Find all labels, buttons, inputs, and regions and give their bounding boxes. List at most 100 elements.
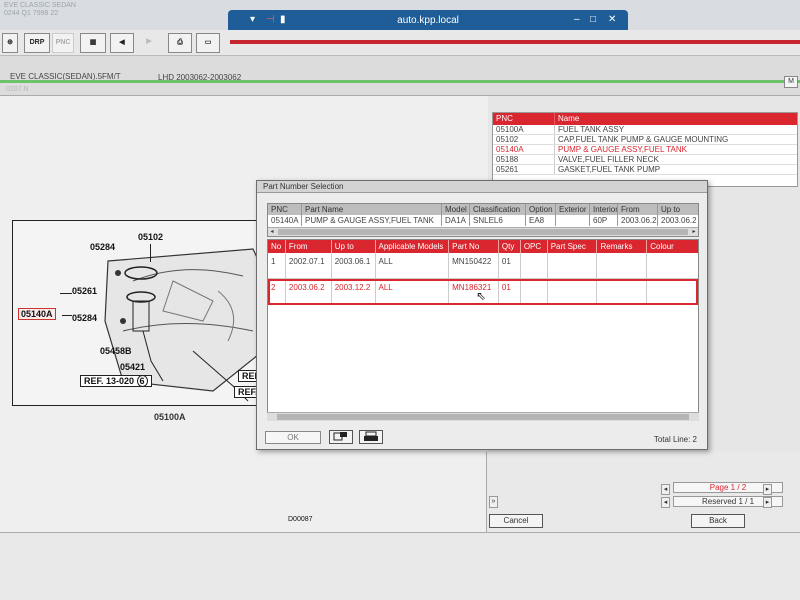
pnc-cell: 05140A: [493, 145, 555, 154]
next-page-icon[interactable]: ▸: [763, 484, 772, 495]
cell-models: ALL: [376, 253, 450, 278]
code-text: 0207 N: [6, 86, 29, 93]
list-item-selected[interactable]: 05140A PUMP & GAUGE ASSY,FUEL TANK: [493, 145, 797, 155]
cell: 60P: [590, 215, 618, 226]
table-header: No From Up to Applicable Models Part No …: [268, 240, 698, 253]
pnc-cell: 05102: [493, 135, 555, 144]
list-item[interactable]: 05188 VALVE,FUEL FILLER NECK: [493, 155, 797, 165]
cell-opc: [521, 279, 548, 304]
header-cell: Up to: [661, 205, 681, 214]
callout-05102[interactable]: 05102: [138, 232, 163, 242]
print-icon[interactable]: ⎙: [168, 33, 192, 53]
cell-no: 1: [268, 253, 286, 278]
cell-upto: 2003.06.1: [332, 253, 376, 278]
scroll-left-icon[interactable]: ◂: [268, 228, 276, 236]
ghost-line: EVE CLASSIC SEDAN: [4, 2, 76, 9]
callout-05261[interactable]: 05261: [72, 286, 97, 296]
cell-no: 2: [268, 279, 286, 304]
header-applicable-models: Applicable Models: [376, 240, 450, 253]
horizontal-scrollbar[interactable]: [267, 412, 699, 421]
ok-button[interactable]: OK: [265, 431, 321, 444]
header-opc: OPC: [521, 240, 548, 253]
table-header: PNC Part Name Model Classification Optio…: [268, 204, 698, 215]
cell-spec: [548, 279, 598, 304]
right-panel: ◂ Page 1 / 2 ▸ ◂ Reserved 1 / 1 ▸ » Canc…: [486, 452, 800, 532]
header-cell: From: [618, 204, 658, 215]
next-reserved-icon[interactable]: ▸: [763, 497, 772, 508]
scroll-thumb[interactable]: [278, 229, 688, 235]
pnc-button[interactable]: PNC: [52, 33, 74, 53]
cell-part-no: MN150422: [449, 253, 499, 278]
ref-text: REF. 13-020: [84, 376, 135, 386]
cancel-button[interactable]: Cancel: [489, 514, 543, 528]
name-cell: PUMP & GAUGE ASSY,FUEL TANK: [558, 145, 687, 154]
top-bar: EVE CLASSIC SEDAN 0244 Q1 7998 22 ▾ ⊣ ▮ …: [0, 0, 800, 32]
dialog-title: Part Number Selection: [257, 181, 707, 193]
leader-line: [150, 244, 151, 262]
name-cell: FUEL TANK ASSY: [558, 125, 625, 134]
cell-colour: [647, 279, 698, 304]
cell: PUMP & GAUGE ASSY,FUEL TANK: [302, 215, 442, 226]
header-no: No: [268, 240, 286, 253]
remote-window-tab[interactable]: ▾ ⊣ ▮ auto.kpp.local – □ ✕: [228, 10, 628, 32]
pnc-cell: 05261: [493, 165, 555, 174]
info-bar: EVE CLASSIC(SEDAN).5FM/T LHD 2003062-200…: [0, 56, 800, 96]
header-remarks: Remarks: [597, 240, 648, 253]
drp-button[interactable]: DRP: [24, 33, 50, 53]
scroll-thumb[interactable]: [277, 414, 689, 420]
header-pnc: PNC: [493, 113, 555, 125]
table-row-selected[interactable]: 2 2003.06.2 2003.12.2 ALL MN186321 01 ⇖: [268, 279, 698, 305]
pnc-cell: 05188: [493, 155, 555, 164]
maximize-button[interactable]: □: [590, 14, 596, 25]
name-cell: GASKET,FUEL TANK PUMP: [558, 165, 661, 174]
grid-icon[interactable]: ▦: [80, 33, 106, 53]
list-item[interactable]: 05102 CAP,FUEL TANK PUMP & GAUGE MOUNTING: [493, 135, 797, 145]
ghost-text: EVE CLASSIC SEDAN 0244 Q1 7998 22: [4, 2, 76, 18]
callout-05284[interactable]: 05284: [90, 242, 115, 252]
header-cell: Interior: [590, 204, 618, 215]
minimize-button[interactable]: –: [574, 14, 580, 25]
header-from: From: [286, 240, 332, 253]
back-arrow-icon[interactable]: ◀: [110, 33, 134, 53]
ref-label[interactable]: REF. 13-020 6: [80, 375, 152, 387]
horizontal-scrollbar[interactable]: ◂ ▸: [268, 227, 698, 236]
cell: 2003.06.2: [618, 215, 658, 226]
mouse-cursor-icon: ⇖: [476, 289, 487, 303]
cell-from: 2002.07.1: [286, 253, 332, 278]
list-item[interactable]: 05100A FUEL TANK ASSY: [493, 125, 797, 135]
callout-05284[interactable]: 05284: [72, 313, 97, 323]
cell: DA1A: [442, 215, 470, 226]
pnc-summary-table: PNC Part Name Model Classification Optio…: [267, 203, 699, 237]
list-item[interactable]: 05261 GASKET,FUEL TANK PUMP: [493, 165, 797, 175]
window-toggle-icon[interactable]: [329, 430, 353, 444]
forward-arrow-icon[interactable]: ▶: [140, 33, 158, 53]
header-cell: Part Name: [302, 204, 442, 215]
prev-page-icon[interactable]: ◂: [661, 484, 670, 495]
cell-qty: 01: [499, 253, 521, 278]
callout-05458b[interactable]: 05458B: [100, 346, 132, 356]
table-row[interactable]: 05140A PUMP & GAUGE ASSY,FUEL TANK DA1A …: [268, 215, 698, 226]
pnc-list: PNC Name 05100A FUEL TANK ASSY 05102 CAP,F…: [492, 112, 798, 187]
part-number-selection-dialog: Part Number Selection PNC Part Name Mode…: [256, 180, 708, 450]
scroll-right-icon[interactable]: ▸: [690, 228, 698, 236]
callout-05100a[interactable]: 05100A: [154, 412, 186, 422]
part-number-table: No From Up to Applicable Models Part No …: [267, 239, 699, 421]
footer-area: [0, 532, 800, 600]
prev-reserved-icon[interactable]: ◂: [661, 497, 670, 508]
folder-icon[interactable]: ▭: [196, 33, 220, 53]
ref-circle-number: 6: [136, 375, 148, 387]
zoom-icon[interactable]: ⊕: [2, 33, 18, 53]
print-icon[interactable]: [359, 430, 383, 444]
cell-qty: 01: [499, 279, 521, 304]
figure-number: D00087: [288, 516, 313, 523]
menu-box[interactable]: M: [784, 76, 798, 88]
table-row[interactable]: 1 2002.07.1 2003.06.1 ALL MN150422 01: [268, 253, 698, 279]
collapse-icon[interactable]: »: [489, 496, 498, 508]
callout-05140a[interactable]: 05140A: [18, 308, 56, 320]
close-button[interactable]: ✕: [608, 14, 616, 25]
name-cell: VALVE,FUEL FILLER NECK: [558, 155, 659, 164]
back-button[interactable]: Back: [691, 514, 745, 528]
callout-05421[interactable]: 05421: [120, 362, 145, 372]
header-cell: Exterior: [556, 204, 590, 215]
header-cell: PNC: [268, 204, 302, 215]
